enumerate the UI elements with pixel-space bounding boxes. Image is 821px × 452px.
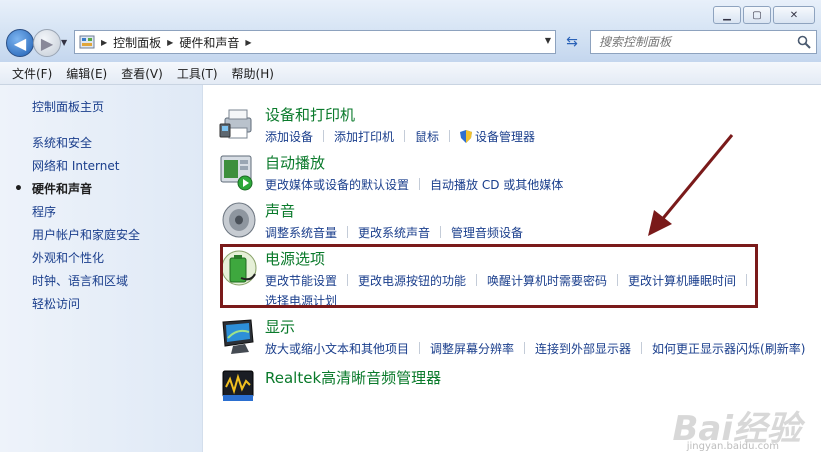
breadcrumb-control-panel[interactable]: 控制面板	[113, 34, 161, 51]
sidebar-item-ease-of-access[interactable]: 轻松访问	[0, 293, 140, 316]
search-input[interactable]	[591, 34, 791, 50]
back-button[interactable]: ◀	[6, 29, 34, 57]
address-bar[interactable]: ▶ 控制面板 ▶ 硬件和声音 ▶ ▼	[74, 30, 556, 54]
sidebar-item-appearance[interactable]: 外观和个性化	[0, 247, 140, 270]
menu-edit[interactable]: 编辑(E)	[60, 65, 113, 82]
link-separator	[419, 178, 421, 190]
link-separator	[347, 226, 349, 238]
link-external-display[interactable]: 连接到外部显示器	[535, 342, 631, 356]
refresh-button[interactable]: ⇆	[559, 30, 585, 54]
breadcrumb-hardware-sound[interactable]: 硬件和声音	[179, 34, 239, 51]
sidebar-home-link[interactable]: 控制面板主页	[32, 98, 104, 115]
watermark-url: jingyan.baidu.com	[686, 441, 779, 452]
link-separator	[641, 342, 643, 354]
realtek-icon	[222, 370, 254, 401]
sidebar-item-system-security[interactable]: 系统和安全	[0, 132, 140, 155]
arrow-right-icon: ▶	[40, 33, 54, 53]
link-autoplay-cd[interactable]: 自动播放 CD 或其他媒体	[430, 178, 563, 192]
window-titlebar: ▁ ▢ ✕ ◀ ▶ ▼ ▶ 控制面板 ▶ 硬件和声音 ▶ ▼ ⇆	[0, 0, 821, 62]
refresh-icon: ⇆	[566, 34, 578, 50]
maximize-button[interactable]: ▢	[743, 6, 771, 24]
arrow-left-icon: ◀	[13, 33, 27, 53]
link-text-size[interactable]: 放大或缩小文本和其他项目	[265, 342, 409, 356]
window-controls: ▁ ▢ ✕	[713, 6, 815, 24]
menu-file[interactable]: 文件(F)	[6, 65, 58, 82]
sidebar-item-user-accounts[interactable]: 用户帐户和家庭安全	[0, 224, 140, 247]
menu-view[interactable]: 查看(V)	[115, 65, 169, 82]
autoplay-icon	[220, 155, 253, 191]
control-panel-icon	[79, 35, 95, 49]
chevron-right-icon[interactable]: ▶	[101, 38, 107, 47]
link-manage-audio-devices[interactable]: 管理音频设备	[451, 226, 523, 240]
minimize-button[interactable]: ▁	[713, 6, 741, 24]
link-separator	[449, 130, 451, 142]
sidebar: 控制面板主页 系统和安全 网络和 Internet • 硬件和声音 程序 用户帐…	[0, 85, 203, 452]
category-links: 添加设备 添加打印机 鼠标 设备管理器	[265, 128, 535, 145]
search-box[interactable]	[590, 30, 817, 54]
link-separator	[524, 342, 526, 354]
category-title[interactable]: 声音	[265, 200, 295, 221]
category-title[interactable]: Realtek高清晰音频管理器	[265, 367, 441, 388]
menu-bar: 文件(F) 编辑(E) 查看(V) 工具(T) 帮助(H)	[0, 62, 821, 85]
link-add-printer[interactable]: 添加打印机	[334, 130, 394, 144]
annotation-highlight-box	[220, 244, 758, 308]
sidebar-item-hardware-sound[interactable]: • 硬件和声音	[0, 178, 140, 201]
recent-pages-dropdown[interactable]: ▼	[61, 38, 67, 47]
link-fix-flicker[interactable]: 如何更正显示器闪烁(刷新率)	[652, 342, 805, 356]
close-button[interactable]: ✕	[773, 6, 815, 24]
sidebar-item-label: 硬件和声音	[32, 182, 93, 196]
category-title[interactable]: 设备和打印机	[265, 104, 355, 125]
menu-tools[interactable]: 工具(T)	[171, 65, 224, 82]
search-icon[interactable]	[797, 35, 811, 49]
link-separator	[440, 226, 442, 238]
sidebar-item-network[interactable]: 网络和 Internet	[0, 155, 140, 178]
menu-help[interactable]: 帮助(H)	[226, 65, 280, 82]
uac-shield-icon	[460, 130, 473, 143]
chevron-down-icon[interactable]: ▼	[545, 36, 551, 45]
monitor-icon	[222, 319, 254, 354]
link-change-media-defaults[interactable]: 更改媒体或设备的默认设置	[265, 178, 409, 192]
link-separator	[404, 130, 406, 142]
category-links: 更改媒体或设备的默认设置 自动播放 CD 或其他媒体	[265, 176, 563, 193]
chevron-right-icon[interactable]: ▶	[167, 38, 173, 47]
category-title[interactable]: 自动播放	[265, 152, 325, 173]
sidebar-item-clock-region[interactable]: 时钟、语言和区域	[0, 270, 140, 293]
speaker-icon	[222, 202, 256, 238]
link-change-system-sounds[interactable]: 更改系统声音	[358, 226, 430, 240]
chevron-right-icon[interactable]: ▶	[245, 38, 251, 47]
sidebar-nav: 系统和安全 网络和 Internet • 硬件和声音 程序 用户帐户和家庭安全 …	[0, 132, 140, 316]
category-links: 调整系统音量 更改系统声音 管理音频设备	[265, 224, 523, 241]
link-device-manager[interactable]: 设备管理器	[475, 130, 535, 144]
link-mouse[interactable]: 鼠标	[415, 130, 439, 144]
link-separator	[419, 342, 421, 354]
printer-icon	[219, 109, 252, 139]
category-title[interactable]: 显示	[265, 316, 295, 337]
current-item-bullet-icon: •	[14, 181, 23, 197]
category-links: 放大或缩小文本和其他项目 调整屏幕分辨率 连接到外部显示器 如何更正显示器闪烁(刷新率…	[265, 340, 805, 357]
link-screen-resolution[interactable]: 调整屏幕分辨率	[430, 342, 514, 356]
link-adjust-volume[interactable]: 调整系统音量	[265, 226, 337, 240]
link-separator	[323, 130, 325, 142]
sidebar-item-programs[interactable]: 程序	[0, 201, 140, 224]
forward-button[interactable]: ▶	[33, 29, 61, 57]
link-add-device[interactable]: 添加设备	[265, 130, 313, 144]
